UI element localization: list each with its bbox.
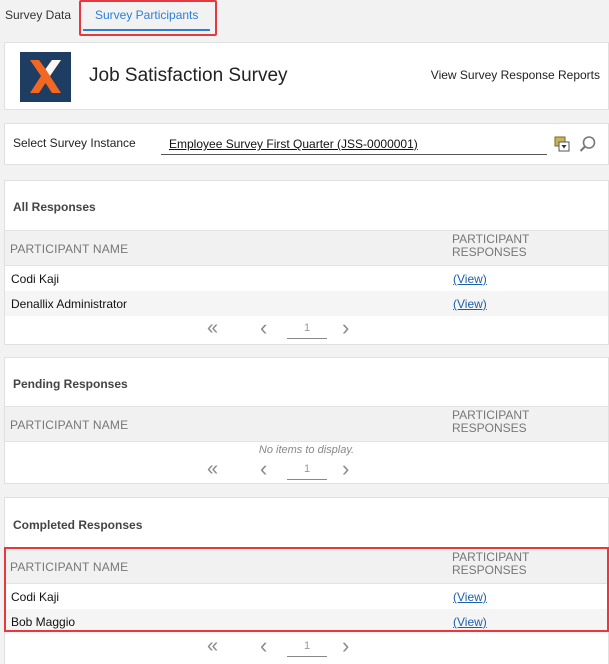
all-responses-panel: All Responses PARTICIPANT NAME PARTICIPA… [4,180,609,345]
tab-survey-data[interactable]: Survey Data [5,8,71,22]
instance-value[interactable]: Employee Survey First Quarter (JSS-00000… [169,137,418,151]
table-row[interactable]: Denallix Administrator (View) [5,291,608,316]
survey-instance-selector: Select Survey Instance Employee Survey F… [4,123,609,165]
lookup-dropdown-icon[interactable] [554,136,570,152]
page-number[interactable]: 1 [287,463,327,480]
instance-label: Select Survey Instance [13,136,136,150]
first-page-icon[interactable]: « [207,317,218,339]
view-response-link[interactable]: (View) [453,272,487,286]
page-number[interactable]: 1 [287,640,327,657]
tab-survey-participants[interactable]: Survey Participants [95,8,198,22]
active-tab-underline [83,29,210,31]
pager: « ‹ 1 › [5,458,608,484]
page-number[interactable]: 1 [287,322,327,339]
survey-logo-icon [20,52,71,102]
first-page-icon[interactable]: « [207,635,218,657]
previous-page-icon[interactable]: ‹ [260,635,267,657]
table-row[interactable]: Codi Kaji (View) [5,266,608,291]
empty-message: No items to display. [258,444,355,456]
grid-header: PARTICIPANT NAME PARTICIPANT RESPONSES [5,230,608,266]
section-title: All Responses [13,200,96,214]
participant-name: Codi Kaji [11,272,60,286]
view-reports-link[interactable]: View Survey Response Reports [431,68,600,82]
grid-header: PARTICIPANT NAME PARTICIPANT RESPONSES [5,406,608,442]
previous-page-icon[interactable]: ‹ [260,317,267,339]
column-participant-responses[interactable]: PARTICIPANT RESPONSES [452,409,562,435]
section-title: Completed Responses [13,518,143,532]
pending-responses-panel: Pending Responses PARTICIPANT NAME PARTI… [4,357,609,484]
next-page-icon[interactable]: › [342,317,349,339]
column-participant-name[interactable]: PARTICIPANT NAME [10,418,128,432]
next-page-icon[interactable]: › [342,635,349,657]
previous-page-icon[interactable]: ‹ [260,458,267,480]
first-page-icon[interactable]: « [207,458,218,480]
page-title: Job Satisfaction Survey [89,65,288,86]
completed-grid-highlight [4,547,609,632]
column-participant-name[interactable]: PARTICIPANT NAME [10,242,128,256]
section-title: Pending Responses [13,377,128,391]
search-icon[interactable] [579,135,597,153]
view-response-link[interactable]: (View) [453,297,487,311]
participant-name: Denallix Administrator [11,297,128,311]
column-participant-responses[interactable]: PARTICIPANT RESPONSES [452,233,562,259]
tab-bar: Survey Data Survey Participants [0,0,609,36]
survey-header: Job Satisfaction Survey View Survey Resp… [4,42,609,110]
instance-picker[interactable]: Employee Survey First Quarter (JSS-00000… [161,133,547,155]
next-page-icon[interactable]: › [342,458,349,480]
pager: « ‹ 1 › [5,317,608,343]
pager: « ‹ 1 › [5,635,608,661]
